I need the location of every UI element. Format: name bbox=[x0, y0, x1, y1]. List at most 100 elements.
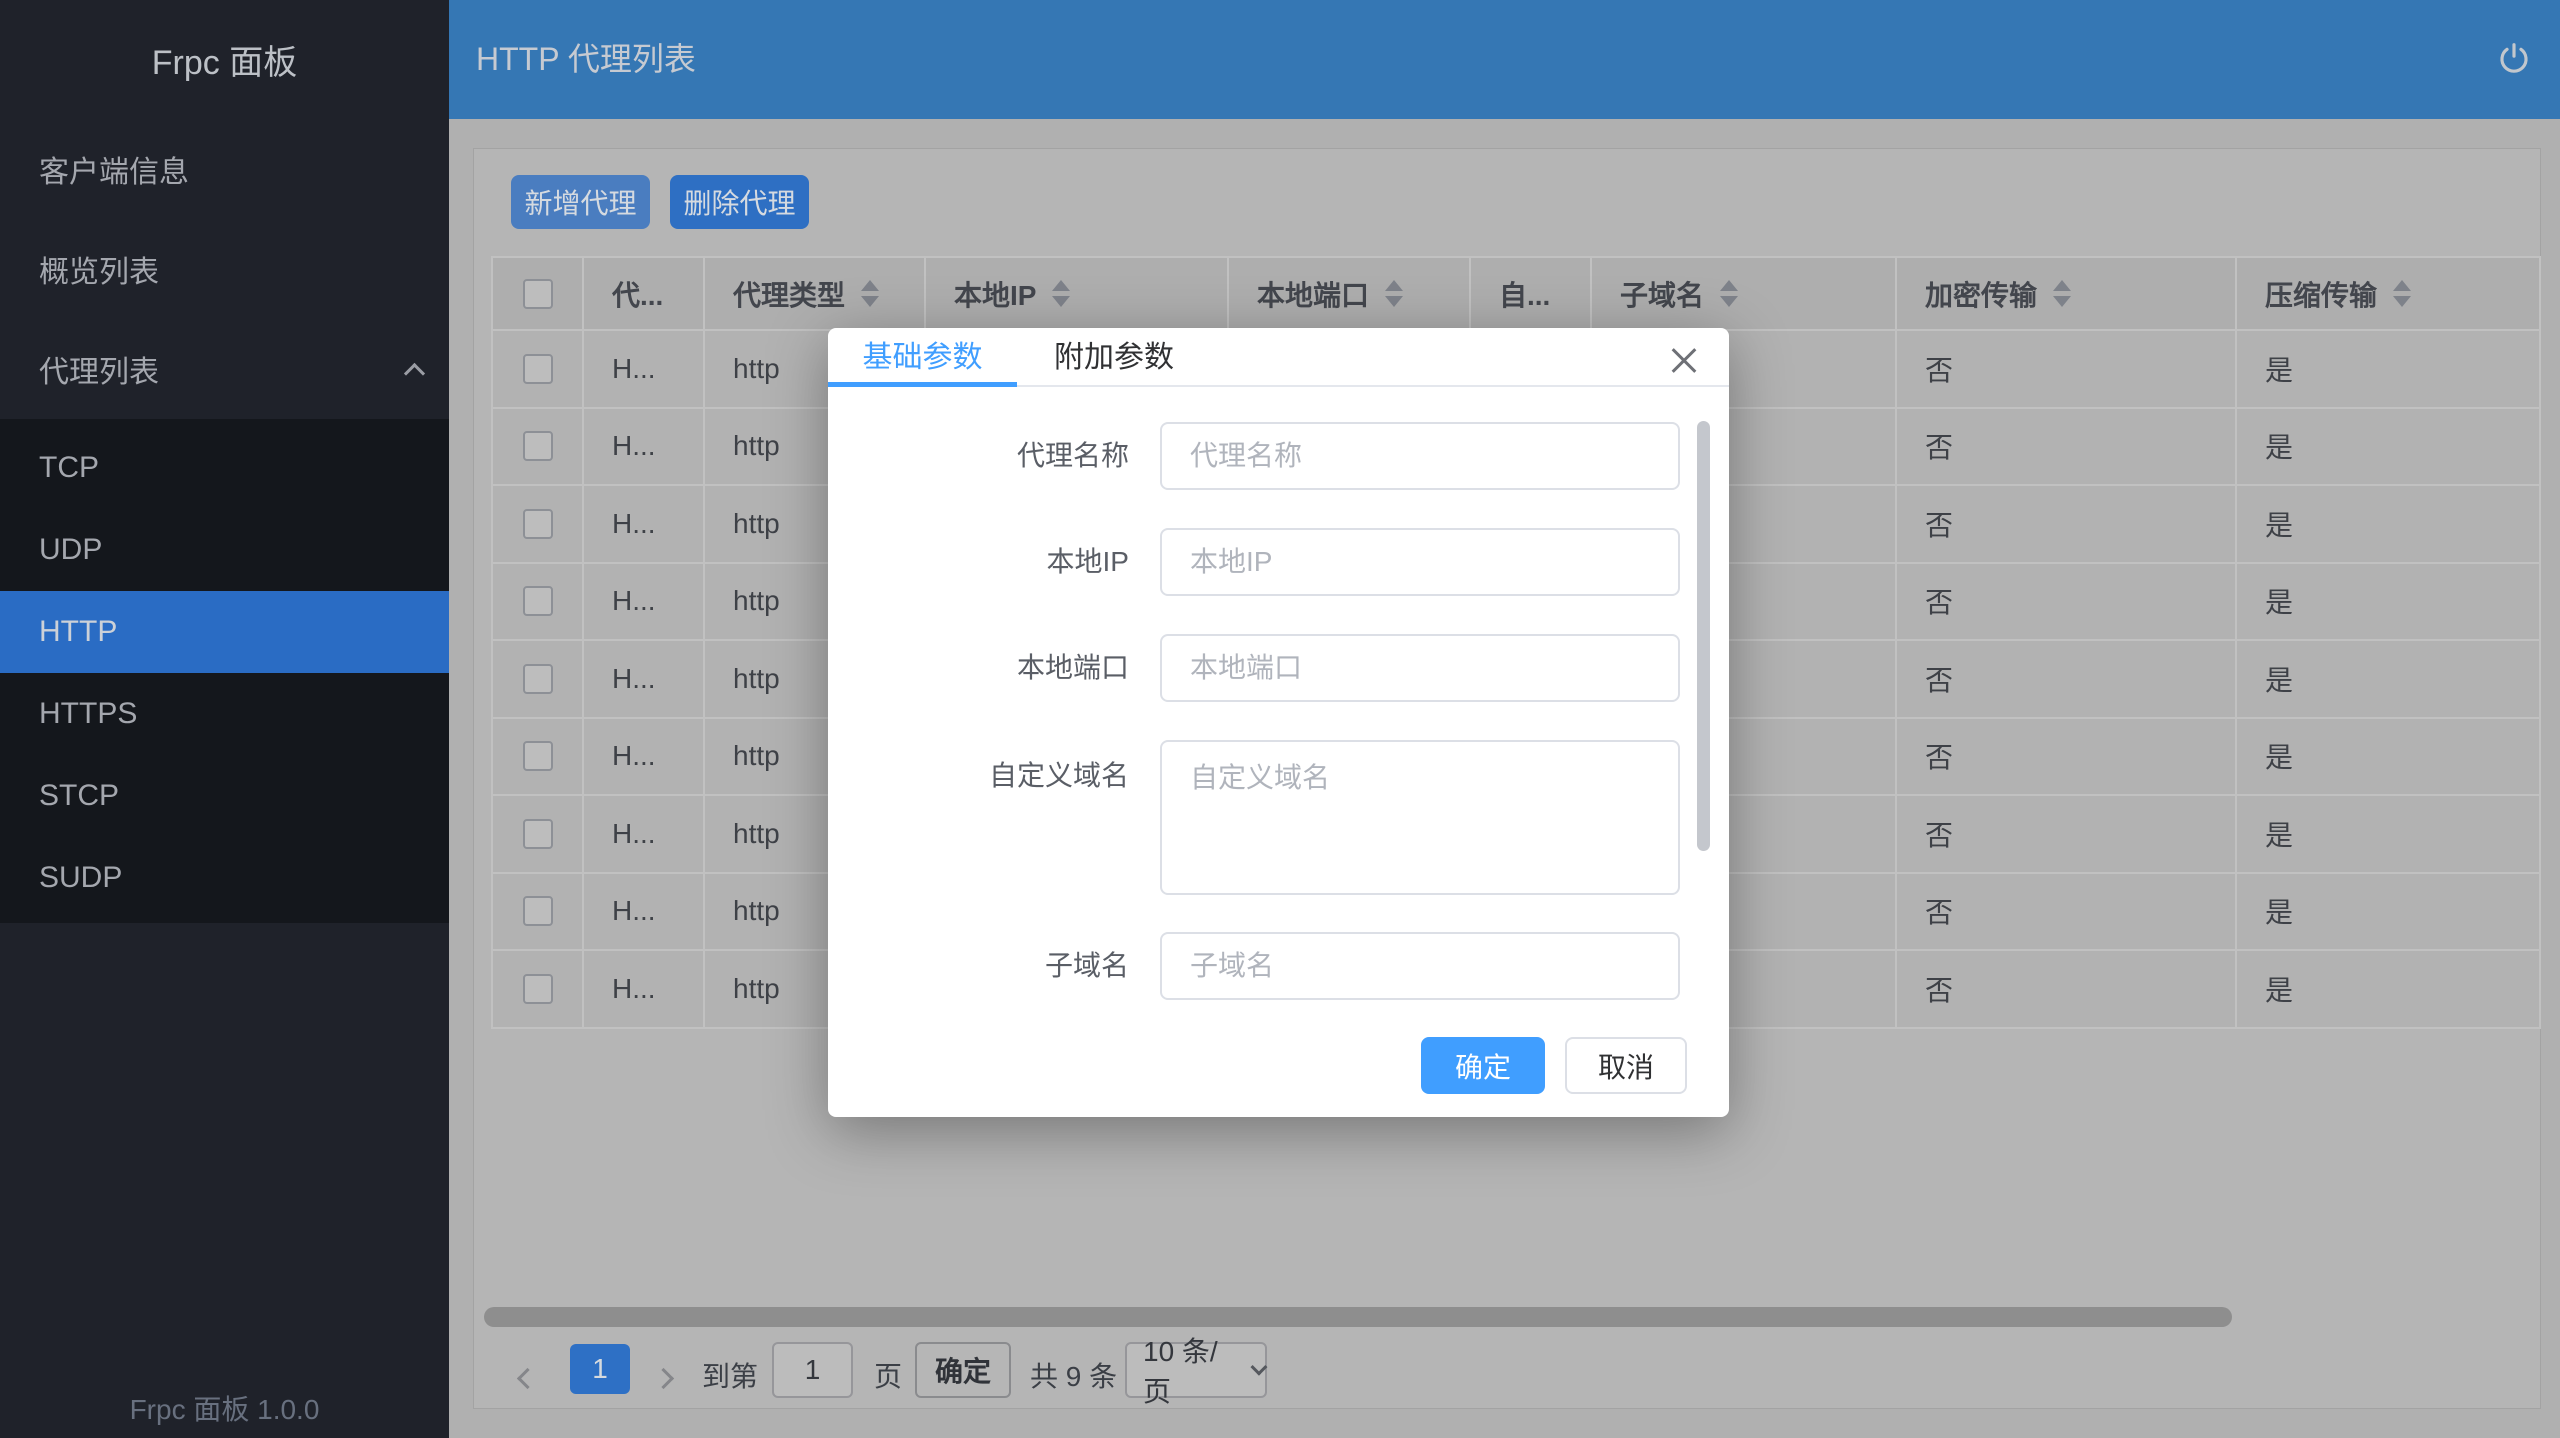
field-label: 本地IP bbox=[828, 528, 1129, 596]
proxy-dialog: 基础参数 附加参数 代理名称本地IP 本地端口自定义域名子域名 确定 取消 bbox=[828, 328, 1729, 1117]
cell-name: H... bbox=[584, 719, 705, 795]
dialog-scrollbar[interactable] bbox=[1697, 421, 1710, 851]
row-checkbox[interactable] bbox=[523, 354, 553, 384]
column-header-proxy_type[interactable]: 代理类型 bbox=[705, 258, 926, 329]
jump-prefix-label: 到第 bbox=[702, 1355, 758, 1395]
cell-encrypt: 否 bbox=[1897, 796, 2237, 872]
cell-compress: 是 bbox=[2237, 951, 2543, 1027]
column-header-local_ip[interactable]: 本地IP bbox=[926, 258, 1229, 329]
field-input-本地IP[interactable] bbox=[1160, 528, 1680, 596]
sidebar-item-overview[interactable]: 概览列表 bbox=[0, 219, 449, 319]
chevron-left-icon bbox=[517, 1368, 538, 1389]
sort-caret-icon[interactable] bbox=[2393, 280, 2411, 307]
field-label: 子域名 bbox=[828, 932, 1129, 1000]
sidebar-item-proxy-list[interactable]: 代理列表 bbox=[0, 319, 449, 419]
form-row: 代理名称 bbox=[828, 422, 1729, 490]
sort-caret-icon[interactable] bbox=[861, 280, 879, 307]
close-icon[interactable] bbox=[1669, 346, 1699, 376]
row-select-cell bbox=[493, 486, 584, 562]
row-select-cell bbox=[493, 796, 584, 872]
next-page-button[interactable] bbox=[656, 1361, 671, 1393]
chevron-up-icon bbox=[404, 362, 425, 383]
app-title: Frpc 面板 bbox=[0, 0, 449, 119]
form-row: 子域名 bbox=[828, 932, 1729, 1000]
row-select-cell bbox=[493, 331, 584, 407]
sidebar-item-stcp[interactable]: STCP bbox=[0, 755, 449, 837]
tab-extra-params[interactable]: 附加参数 bbox=[1017, 328, 1211, 387]
sidebar-item-udp[interactable]: UDP bbox=[0, 509, 449, 591]
sidebar-item-http[interactable]: HTTP bbox=[0, 591, 449, 673]
cell-name: H... bbox=[584, 486, 705, 562]
cell-encrypt: 否 bbox=[1897, 564, 2237, 640]
cell-compress: 是 bbox=[2237, 409, 2543, 485]
column-header-name: 代... bbox=[584, 258, 705, 329]
column-header-compress[interactable]: 压缩传输 bbox=[2237, 258, 2543, 329]
chevron-down-icon bbox=[1251, 1359, 1268, 1376]
form-row: 本地端口 bbox=[828, 634, 1729, 702]
cancel-button[interactable]: 取消 bbox=[1565, 1037, 1687, 1094]
field-input-代理名称[interactable] bbox=[1160, 422, 1680, 490]
row-checkbox[interactable] bbox=[523, 819, 553, 849]
row-select-cell bbox=[493, 951, 584, 1027]
form-row: 本地IP bbox=[828, 528, 1729, 596]
cell-encrypt: 否 bbox=[1897, 409, 2237, 485]
sort-caret-icon[interactable] bbox=[1720, 280, 1738, 307]
sidebar: Frpc 面板 客户端信息 概览列表 代理列表 TCPUDPHTTPHTTPSS… bbox=[0, 0, 449, 1438]
sort-caret-icon[interactable] bbox=[1052, 280, 1070, 307]
sidebar-item-tcp[interactable]: TCP bbox=[0, 427, 449, 509]
row-checkbox[interactable] bbox=[523, 431, 553, 461]
cell-encrypt: 否 bbox=[1897, 719, 2237, 795]
jump-suffix-label: 页 bbox=[874, 1355, 902, 1395]
row-checkbox[interactable] bbox=[523, 896, 553, 926]
cell-compress: 是 bbox=[2237, 874, 2543, 950]
form-row: 自定义域名 bbox=[828, 740, 1729, 895]
column-header-subdomain[interactable]: 子域名 bbox=[1592, 258, 1897, 329]
row-checkbox[interactable] bbox=[523, 509, 553, 539]
prev-page-button[interactable] bbox=[520, 1361, 535, 1393]
tab-basic-params[interactable]: 基础参数 bbox=[828, 328, 1017, 387]
sidebar-item-client-info[interactable]: 客户端信息 bbox=[0, 119, 449, 219]
cell-compress: 是 bbox=[2237, 796, 2543, 872]
column-label: 本地端口 bbox=[1257, 274, 1369, 314]
sidebar-item-sudp[interactable]: SUDP bbox=[0, 837, 449, 919]
delete-proxy-button[interactable]: 删除代理 bbox=[670, 175, 809, 229]
sort-caret-icon[interactable] bbox=[2053, 280, 2071, 307]
chevron-right-icon bbox=[653, 1368, 674, 1389]
field-label: 本地端口 bbox=[828, 634, 1129, 702]
column-label: 子域名 bbox=[1620, 274, 1704, 314]
sidebar-nav: 客户端信息 概览列表 代理列表 TCPUDPHTTPHTTPSSTCPSUDP bbox=[0, 119, 449, 923]
jump-confirm-button[interactable]: 确定 bbox=[915, 1342, 1011, 1398]
sidebar-item-label: 概览列表 bbox=[39, 247, 159, 291]
row-select-cell bbox=[493, 874, 584, 950]
field-input-子域名[interactable] bbox=[1160, 932, 1680, 1000]
select-all-checkbox[interactable] bbox=[523, 279, 553, 309]
row-checkbox[interactable] bbox=[523, 664, 553, 694]
row-checkbox[interactable] bbox=[523, 974, 553, 1004]
horizontal-scrollbar[interactable] bbox=[484, 1307, 2232, 1327]
row-checkbox[interactable] bbox=[523, 741, 553, 771]
page-size-select[interactable]: 10 条/页 bbox=[1125, 1342, 1267, 1398]
confirm-button[interactable]: 确定 bbox=[1421, 1037, 1545, 1094]
sidebar-item-https[interactable]: HTTPS bbox=[0, 673, 449, 755]
field-label: 自定义域名 bbox=[828, 740, 1129, 895]
sort-caret-icon[interactable] bbox=[1385, 280, 1403, 307]
column-header-encrypt[interactable]: 加密传输 bbox=[1897, 258, 2237, 329]
column-label: 压缩传输 bbox=[2265, 274, 2377, 314]
top-header: HTTP 代理列表 bbox=[449, 0, 2560, 119]
cell-name: H... bbox=[584, 409, 705, 485]
row-checkbox[interactable] bbox=[523, 586, 553, 616]
field-input-本地端口[interactable] bbox=[1160, 634, 1680, 702]
cell-name: H... bbox=[584, 796, 705, 872]
page-title: HTTP 代理列表 bbox=[449, 0, 2560, 119]
cell-encrypt: 否 bbox=[1897, 486, 2237, 562]
page-jump-input[interactable] bbox=[772, 1342, 853, 1398]
cell-encrypt: 否 bbox=[1897, 641, 2237, 717]
page-number-button[interactable]: 1 bbox=[570, 1344, 630, 1394]
cell-name: H... bbox=[584, 874, 705, 950]
cell-encrypt: 否 bbox=[1897, 951, 2237, 1027]
dialog-footer: 确定 取消 bbox=[828, 1037, 1729, 1094]
power-icon[interactable] bbox=[2495, 40, 2533, 78]
column-header-local_port[interactable]: 本地端口 bbox=[1229, 258, 1471, 329]
add-proxy-button[interactable]: 新增代理 bbox=[511, 175, 650, 229]
field-input-自定义域名[interactable] bbox=[1160, 740, 1680, 895]
